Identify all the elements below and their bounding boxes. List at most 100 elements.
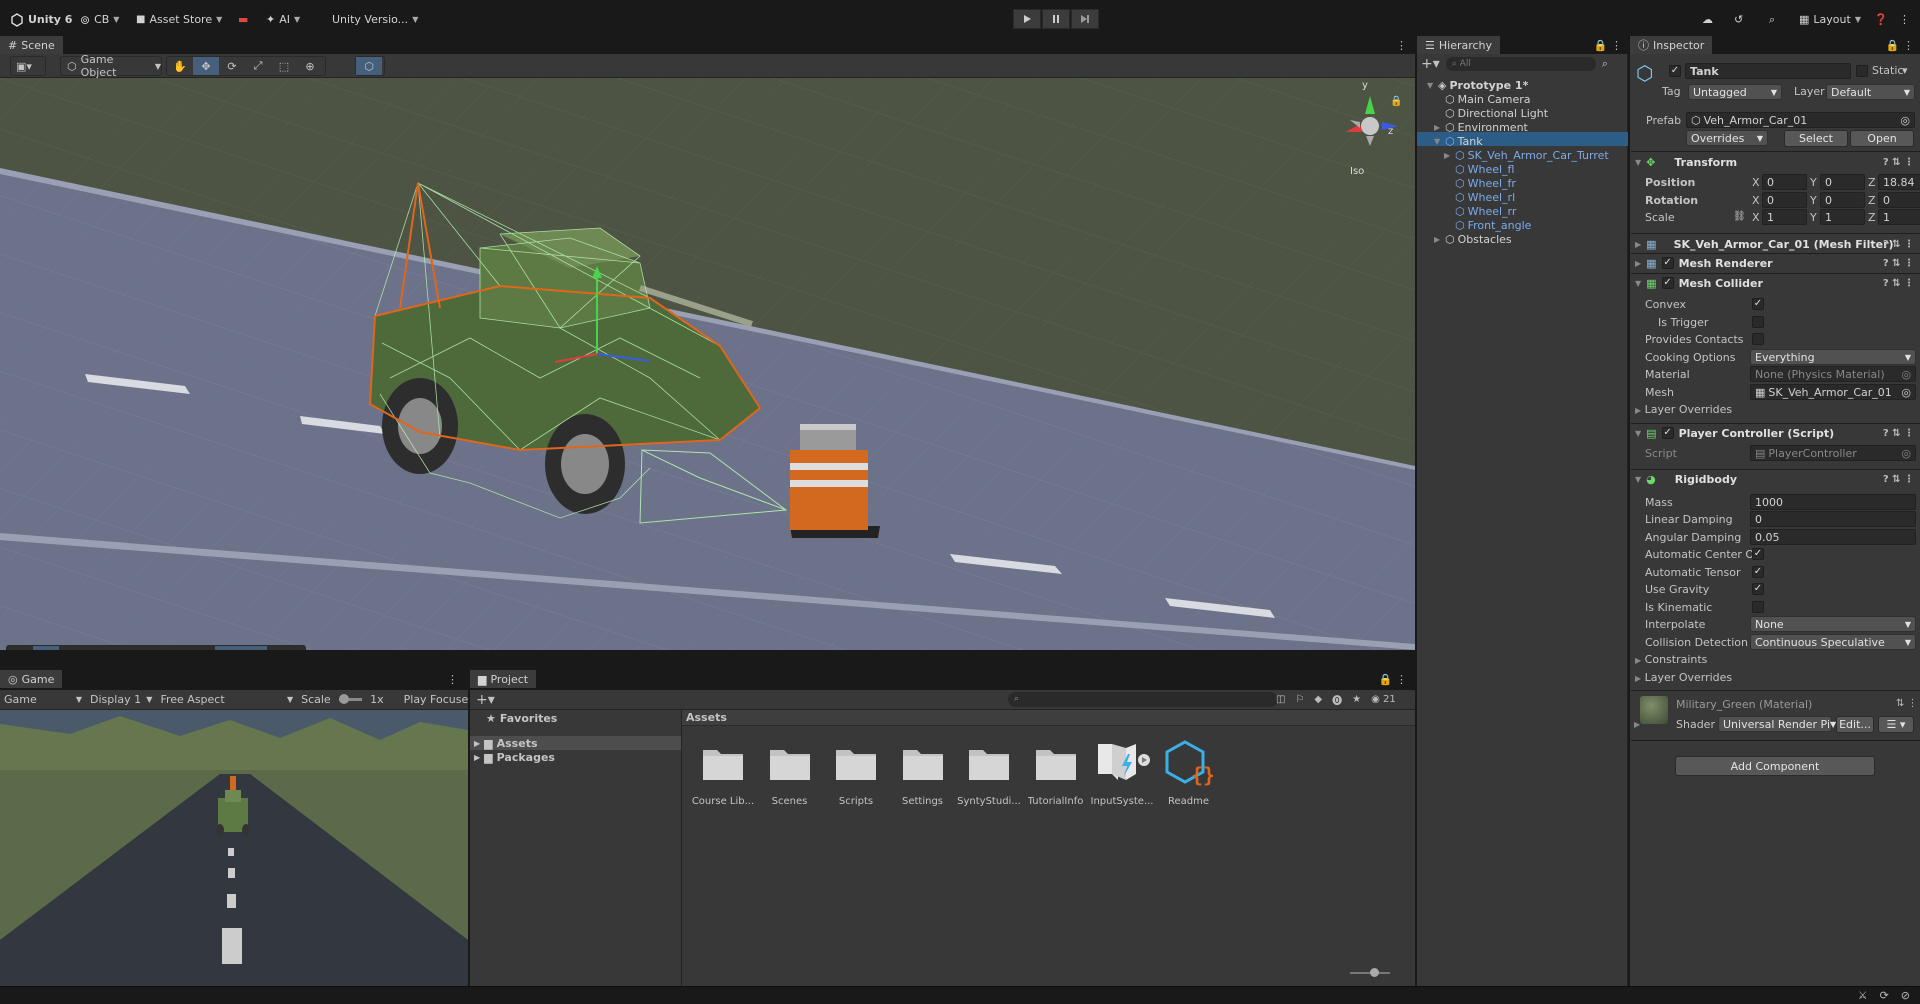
compass-icon[interactable]: ⊘ xyxy=(7,646,33,651)
hierarchy-item[interactable]: ⬡ Wheel_fl xyxy=(1444,162,1514,176)
pause-button[interactable] xyxy=(1042,9,1070,29)
hierarchy-menu-icon[interactable]: 🔒 ⋮ xyxy=(1594,39,1628,52)
search-options-icon[interactable]: ⌕ xyxy=(1602,57,1608,71)
expand-icon[interactable]: ▼ xyxy=(1427,81,1435,90)
scale-x-input[interactable]: 1 xyxy=(1762,209,1807,225)
layers-icon[interactable]: ◈ xyxy=(163,646,189,651)
unity-menu[interactable]: Unity 6 xyxy=(6,10,76,29)
mesh-renderer-enabled-checkbox[interactable]: ✓ xyxy=(1661,257,1674,269)
collider-layer-overrides[interactable]: ▶ Layer Overrides xyxy=(1635,403,1732,416)
create-button[interactable]: +▾ xyxy=(1421,56,1440,72)
material-actions[interactable]: ⇅ ⋮ xyxy=(1896,698,1918,709)
hierarchy-item[interactable]: ⬡ Main Camera xyxy=(1434,92,1531,106)
tag-filter-icon[interactable]: ◆ xyxy=(1314,694,1322,705)
component-actions[interactable]: ? ⇅ ⋮ xyxy=(1883,428,1914,439)
position-y-input[interactable]: 0 xyxy=(1820,174,1865,190)
rigidbody-header[interactable]: ▼ ◕ Rigidbody ? ⇅ ⋮ xyxy=(1631,470,1920,488)
provides-contacts-checkbox[interactable] xyxy=(1752,333,1764,345)
is-kinematic-checkbox[interactable] xyxy=(1752,601,1764,613)
y-axis-label[interactable]: Y xyxy=(1810,176,1817,189)
player-controller-enabled-checkbox[interactable]: ✓ xyxy=(1661,427,1674,439)
pivot-icon[interactable]: ✛ xyxy=(215,646,241,650)
asset-item[interactable]: SyntyStudi... xyxy=(956,740,1022,807)
component-actions[interactable]: ? ⇅ ⋮ xyxy=(1883,278,1914,289)
scale-slider[interactable] xyxy=(338,694,363,704)
static-checkbox[interactable] xyxy=(1856,65,1868,77)
scale-y-input[interactable]: 1 xyxy=(1820,209,1865,225)
x-axis-label[interactable]: X xyxy=(1752,194,1760,207)
component-actions[interactable]: ? ⇅ ⋮ xyxy=(1883,474,1914,485)
layout-dropdown[interactable]: ▦ Layout ▼ xyxy=(1795,10,1865,29)
icon-size-slider[interactable] xyxy=(1350,968,1390,977)
expand-icon[interactable]: ▼ xyxy=(1434,137,1442,146)
add-component-button[interactable]: Add Component xyxy=(1675,756,1875,776)
tab-scene[interactable]: # Scene xyxy=(0,36,63,54)
overrides-dropdown[interactable]: Overrides ▼ xyxy=(1686,130,1768,146)
search-icon[interactable]: ⌕ xyxy=(1765,10,1779,29)
angular-damping-input[interactable]: 0.05 xyxy=(1750,529,1916,545)
prefab-field[interactable]: ⬡ Veh_Armor_Car_01 ◎ xyxy=(1686,112,1915,128)
hierarchy-item[interactable]: ▼ ◈ Prototype 1* xyxy=(1427,78,1528,92)
position-z-input[interactable]: 18.84 xyxy=(1878,174,1920,190)
grid-snap-icon[interactable]: ▦ xyxy=(111,646,137,651)
collision-detection-dropdown[interactable]: Continuous Speculative ▼ xyxy=(1750,634,1916,650)
project-menu-icon[interactable]: 🔒 ⋮ xyxy=(1379,673,1415,686)
type-filter-icon[interactable]: ◫ xyxy=(1276,694,1285,705)
play-button[interactable] xyxy=(1013,9,1041,29)
camera-overlay-icon[interactable]: ⌂ xyxy=(241,646,267,650)
is-trigger-checkbox[interactable] xyxy=(1752,316,1764,328)
rotation-x-input[interactable]: 0 xyxy=(1762,192,1807,208)
active-checkbox[interactable]: ✓ xyxy=(1669,65,1681,77)
link-icon[interactable]: ⛓ xyxy=(1733,211,1746,222)
collider-material-field[interactable]: None (Physics Material) ◎ xyxy=(1750,366,1916,382)
hidden-count[interactable]: ◉ 21 xyxy=(1371,694,1396,705)
hierarchy-item[interactable]: ▼ ⬡ Tank xyxy=(1434,134,1483,148)
asset-item[interactable]: Scenes xyxy=(757,740,823,807)
hierarchy-search-input[interactable]: ⌕ All xyxy=(1445,57,1596,71)
cloud-services-icon[interactable]: ☁ xyxy=(1698,10,1717,29)
component-actions[interactable]: ? ⇅ ⋮ xyxy=(1883,239,1914,250)
asset-item[interactable]: TutorialInfo xyxy=(1023,740,1089,807)
hierarchy-item[interactable]: ⬡ Wheel_fr xyxy=(1444,176,1516,190)
rect-tool-icon[interactable]: ⬚ xyxy=(271,57,297,75)
debug-icon[interactable]: ⚔ xyxy=(1858,989,1868,1002)
inspector-menu-icon[interactable]: 🔒 ⋮ xyxy=(1886,39,1920,52)
object-name-input[interactable]: Tank xyxy=(1685,63,1851,79)
mesh-filter-header[interactable]: ▶ ▦ SK_Veh_Armor_Car_01 (Mesh Filter) ? … xyxy=(1631,235,1920,253)
collab-icon[interactable]: ▬ xyxy=(234,10,252,29)
settings-icon[interactable]: ☰ xyxy=(85,646,111,651)
view-tool-dropdown[interactable]: ▣▾ xyxy=(10,56,46,76)
iso-label[interactable]: Iso xyxy=(1350,166,1364,177)
rotation-z-input[interactable]: 0 xyxy=(1878,192,1920,208)
favorites-item[interactable]: ★ Favorites xyxy=(470,710,681,726)
move-tool-icon[interactable]: ✥ xyxy=(193,57,219,75)
scale-tool-icon[interactable]: ⤢ xyxy=(245,57,271,75)
hierarchy-item[interactable]: ⬡ Directional Light xyxy=(1434,106,1548,120)
asset-item[interactable]: Scripts xyxy=(823,740,889,807)
constraints-foldout[interactable]: ▶ Constraints xyxy=(1635,653,1707,666)
shading-icon[interactable]: ◐ xyxy=(137,646,163,651)
tree-item-packages[interactable]: ▶ ▆ Packages xyxy=(470,750,681,764)
cooking-options-dropdown[interactable]: Everything ▼ xyxy=(1750,349,1916,365)
hand-tool-icon[interactable]: ✋ xyxy=(167,57,193,75)
hierarchy-item[interactable]: ⬡ Front_angle xyxy=(1444,218,1531,232)
shader-options-button[interactable]: ☰ ▾ xyxy=(1878,716,1914,733)
scene-viewport[interactable]: y z 🔒 Iso ⊘ ✥ ✕ ☰ ▦ ◐ ◈ ⌕ ✛ ⌂ xyxy=(0,78,1415,650)
x-axis-label[interactable]: X xyxy=(1752,211,1760,224)
expand-icon[interactable]: ▶ xyxy=(1434,235,1442,244)
layer-dropdown[interactable]: Default ▼ xyxy=(1826,84,1915,100)
linear-damping-input[interactable]: 0 xyxy=(1750,511,1916,527)
scene-menu-icon[interactable]: ⋮ xyxy=(1396,39,1415,52)
game-menu-icon[interactable]: ⋮ xyxy=(447,673,468,686)
tab-game[interactable]: ◎ Game xyxy=(0,670,63,688)
mesh-collider-enabled-checkbox[interactable]: ✓ xyxy=(1661,277,1674,289)
game-viewport[interactable] xyxy=(0,710,468,986)
select-prefab-button[interactable]: Select xyxy=(1784,130,1848,147)
tab-project[interactable]: ▆ Project xyxy=(470,670,537,688)
game-object-dropdown[interactable]: ⬡ Game Object ▼ xyxy=(60,53,162,79)
tag-dropdown[interactable]: Untagged ▼ xyxy=(1688,84,1782,100)
z-axis-label[interactable]: Z xyxy=(1868,211,1876,224)
ai-button[interactable]: ✦ AI ▼ xyxy=(262,10,304,29)
rigidbody-layer-overrides[interactable]: ▶ Layer Overrides xyxy=(1635,671,1732,684)
hierarchy-item[interactable]: ⬡ Wheel_rr xyxy=(1444,204,1516,218)
